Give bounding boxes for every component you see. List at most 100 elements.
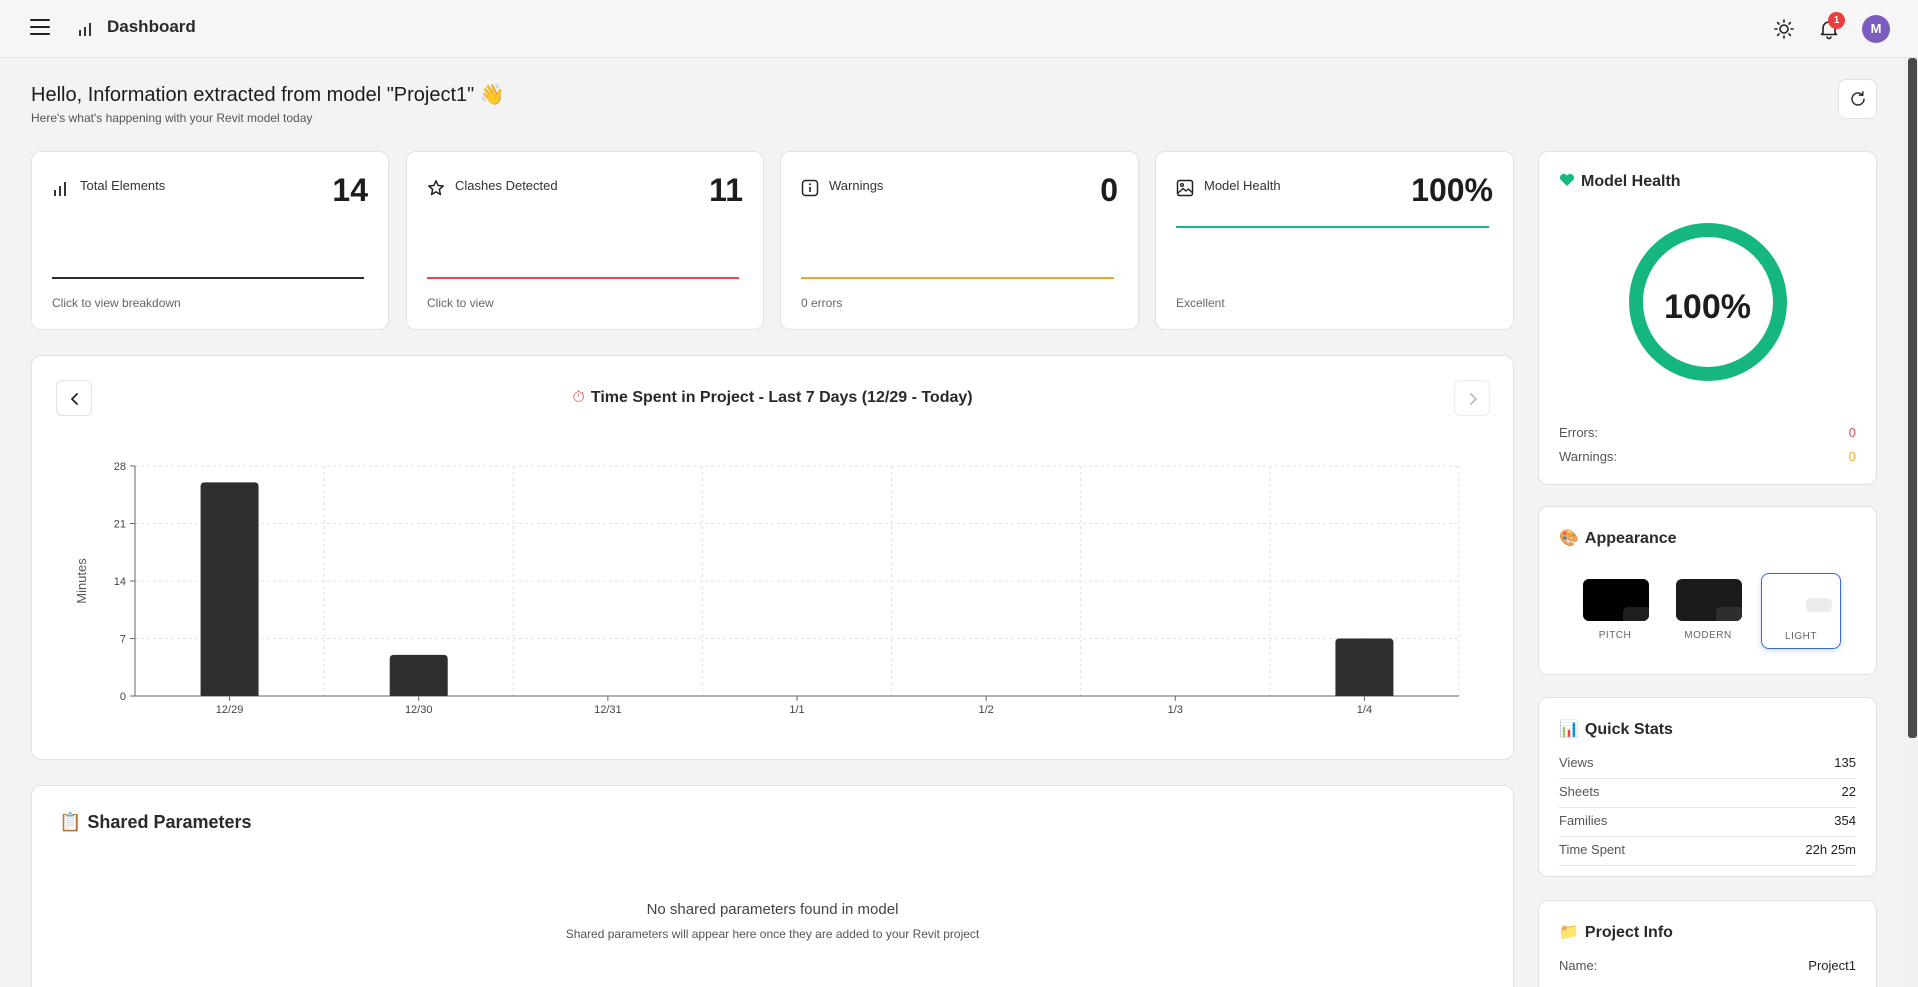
theme-swatch xyxy=(1676,579,1742,621)
page-title: Dashboard xyxy=(107,17,196,36)
stat-footer: Click to view xyxy=(427,296,494,310)
project-info-card: 📁 Project Info Name: Project1 xyxy=(1538,900,1877,987)
stat-trend-line xyxy=(1176,226,1489,228)
x-tick-label: 12/30 xyxy=(405,704,433,716)
x-tick-label: 12/31 xyxy=(594,704,622,716)
notification-badge: 1 xyxy=(1828,12,1845,29)
stat-card-model-health[interactable]: Model Health 100% Excellent xyxy=(1155,151,1514,330)
quick-stat-row: Time Spent 22h 25m xyxy=(1559,842,1856,866)
stat-trend-line xyxy=(52,277,364,279)
project-info-title: 📁 Project Info xyxy=(1559,922,1673,942)
top-bar: Dashboard 1 M xyxy=(0,0,1918,58)
theme-option-modern[interactable]: MODERN xyxy=(1668,573,1748,649)
appearance-card: 🎨 Appearance PITCH MODERN LIGHT xyxy=(1538,506,1877,675)
quick-stats-title: 📊 Quick Stats xyxy=(1559,719,1673,739)
quick-stat-label: Views xyxy=(1559,755,1594,770)
refresh-icon xyxy=(1851,91,1865,106)
theme-swatch xyxy=(1770,580,1836,622)
model-health-title: Model Health xyxy=(1559,173,1681,191)
star-icon xyxy=(428,180,444,196)
heart-icon xyxy=(1560,173,1574,186)
errors-value: 0 xyxy=(1848,425,1856,440)
y-tick-label: 14 xyxy=(114,576,126,588)
y-tick-label: 7 xyxy=(120,634,126,646)
stat-footer: Excellent xyxy=(1176,296,1225,310)
chart-bar xyxy=(389,654,448,696)
health-errors-row: Errors: 0 xyxy=(1559,425,1856,440)
quick-stats-title-text: Quick Stats xyxy=(1584,721,1673,738)
empty-state-title: No shared parameters found in model xyxy=(646,901,899,918)
y-tick-label: 28 xyxy=(114,461,126,473)
bar-chart-icon xyxy=(79,23,91,36)
model-health-card: Model Health 100% Errors: 0 Warnings: 0 xyxy=(1538,151,1877,485)
health-warnings-row: Warnings: 0 xyxy=(1559,449,1856,464)
theme-swatch xyxy=(1583,579,1649,621)
info-icon xyxy=(801,179,819,197)
errors-label: Errors: xyxy=(1559,425,1598,440)
shared-parameters-title: 📋 Shared Parameters xyxy=(59,812,252,833)
quick-stat-row: Families 354 xyxy=(1559,813,1856,837)
time-spent-bar-chart: 0 7 14 21 28 12/29 12/30 12/31 1/1 1/2 1/3 1/4 Minut… xyxy=(74,461,1460,716)
project-name-row: Name: Project1 xyxy=(1559,958,1856,973)
appearance-title-text: Appearance xyxy=(1584,530,1677,547)
bar-chart-icon xyxy=(54,182,66,196)
quick-stat-value: 135 xyxy=(1834,755,1856,770)
quick-stat-value: 22 xyxy=(1841,784,1856,799)
theme-toggle-sun-icon[interactable] xyxy=(1773,18,1795,40)
quick-stat-value: 22h 25m xyxy=(1805,842,1856,857)
user-avatar[interactable]: M xyxy=(1862,15,1890,43)
refresh-button[interactable] xyxy=(1838,79,1877,119)
y-axis-label: Minutes xyxy=(74,558,89,604)
menu-icon[interactable] xyxy=(30,19,54,39)
x-tick-label: 1/4 xyxy=(1357,704,1372,716)
warnings-label: Warnings: xyxy=(1559,449,1618,464)
stat-trend-line xyxy=(427,277,739,279)
y-tick-label: 21 xyxy=(114,519,126,531)
theme-option-light[interactable]: LIGHT xyxy=(1761,573,1841,649)
stat-card-warnings[interactable]: Warnings 0 0 errors xyxy=(780,151,1139,330)
stat-value: 11 xyxy=(709,172,743,208)
folder-icon: 📁 xyxy=(1559,924,1579,941)
stat-label: Warnings xyxy=(829,178,884,193)
chart-bar xyxy=(1335,638,1394,696)
warnings-value: 0 xyxy=(1848,449,1856,464)
stat-card-total-elements[interactable]: Total Elements 14 Click to view breakdow… xyxy=(31,151,389,330)
quick-stat-label: Sheets xyxy=(1559,784,1600,799)
y-tick-label: 0 xyxy=(120,691,126,703)
quick-stat-label: Families xyxy=(1559,813,1608,828)
stat-footer: Click to view breakdown xyxy=(52,296,181,310)
shared-parameters-title-text: Shared Parameters xyxy=(87,812,252,832)
scrollbar-thumb[interactable] xyxy=(1908,58,1917,738)
theme-option-pitch[interactable]: PITCH xyxy=(1575,573,1655,649)
x-tick-label: 1/3 xyxy=(1168,704,1183,716)
clipboard-icon: 📋 xyxy=(59,812,82,832)
x-tick-label: 1/1 xyxy=(789,704,804,716)
stat-label: Total Elements xyxy=(80,178,166,193)
stat-card-clashes[interactable]: Clashes Detected 11 Click to view xyxy=(406,151,764,330)
greeting-subtitle: Here's what's happening with your Revit … xyxy=(31,111,313,125)
project-info-title-text: Project Info xyxy=(1584,924,1673,941)
stat-trend-line xyxy=(801,277,1114,279)
x-tick-label: 1/2 xyxy=(978,704,993,716)
stat-label: Model Health xyxy=(1204,178,1281,193)
project-name-value: Project1 xyxy=(1808,958,1856,973)
image-icon xyxy=(1176,179,1194,197)
stat-value: 0 xyxy=(1100,172,1118,208)
theme-option-label: PITCH xyxy=(1598,630,1632,641)
health-percent: 100% xyxy=(1664,288,1751,326)
chart-bar xyxy=(200,482,259,696)
appearance-title: 🎨 Appearance xyxy=(1559,528,1677,548)
quick-stat-row: Views 135 xyxy=(1559,755,1856,779)
greeting-title: Hello, Information extracted from model … xyxy=(31,84,505,106)
theme-option-label: MODERN xyxy=(1684,630,1732,641)
model-health-title-text: Model Health xyxy=(1581,173,1681,190)
palette-icon: 🎨 xyxy=(1559,530,1579,547)
quick-stat-label: Time Spent xyxy=(1559,842,1625,857)
time-spent-chart-card: ⏱ Time Spent in Project - Last 7 Days (12… xyxy=(31,355,1514,760)
stat-value: 100% xyxy=(1411,172,1493,208)
x-tick-label: 12/29 xyxy=(216,704,244,716)
empty-state-subtitle: Shared parameters will appear here once … xyxy=(565,927,980,941)
theme-option-label: LIGHT xyxy=(1785,631,1817,642)
quick-stat-row: Sheets 22 xyxy=(1559,784,1856,808)
chart-icon: 📊 xyxy=(1559,721,1579,738)
